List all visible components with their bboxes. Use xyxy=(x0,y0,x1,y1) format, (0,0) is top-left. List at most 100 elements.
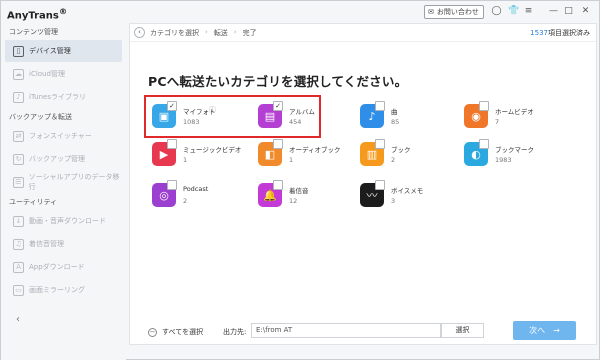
category-checkbox[interactable] xyxy=(273,139,283,149)
category-checkbox[interactable] xyxy=(375,101,385,111)
collapse-sidebar-icon[interactable]: ‹ xyxy=(16,314,20,325)
selection-highlight xyxy=(144,95,321,138)
category-checkbox[interactable] xyxy=(375,180,385,190)
close-icon[interactable]: ✕ xyxy=(580,6,591,17)
sidebar-item[interactable]: ↻ バックアップ管理 xyxy=(5,148,122,170)
category-checkbox[interactable] xyxy=(273,180,283,190)
main-panel: ‹ カテゴリを選択 › 転送 › 完了 1537項目選択済み PCへ転送たいカテ… xyxy=(129,23,597,345)
category-checkbox[interactable] xyxy=(375,139,385,149)
menu-icon[interactable]: ≡ xyxy=(523,6,534,17)
title-bar: AnyTrans® ✉ お問い合わせ ◯ 👕 ≡ — □ ✕ xyxy=(1,1,599,23)
breadcrumb-separator: › xyxy=(205,28,208,36)
app-icon: A xyxy=(13,261,24,273)
selected-count: 1537項目選択済み xyxy=(530,28,590,38)
category-item[interactable]: ◎ Podcast 2 xyxy=(152,180,252,213)
sidebar-item-label: バックアップ管理 xyxy=(29,155,85,163)
select-all-toggle[interactable]: − すべてを選択 xyxy=(148,327,203,337)
category-checkbox[interactable] xyxy=(479,139,489,149)
sidebar-item-label: 画面ミラーリング xyxy=(29,286,85,294)
category-checkbox[interactable] xyxy=(479,101,489,111)
bell-icon: ♫ xyxy=(13,238,24,250)
category-item[interactable]: ◉ ホームビデオ 7 xyxy=(464,101,564,134)
page-title: PCへ転送たいカテゴリを選択してください。 xyxy=(148,74,408,89)
download-icon: ↓ xyxy=(13,215,24,227)
sidebar-item[interactable]: ▭ 画面ミラーリング xyxy=(5,279,122,301)
select-all-label: すべてを選択 xyxy=(162,328,204,336)
category-checkbox[interactable] xyxy=(167,180,177,190)
category-name: ブック xyxy=(391,146,411,154)
next-label: 次へ xyxy=(529,326,546,335)
sidebar-item-label: iTunesライブラリ xyxy=(29,93,86,101)
sidebar-section-title: バックアップ＆転送 xyxy=(9,113,72,121)
category-count: 1 xyxy=(183,156,188,164)
sidebar-item-label: 動画・音声ダウンロード xyxy=(29,217,106,225)
footer-bar: − すべてを選択 出力先: E:\from AT 選択 次へ → xyxy=(130,319,596,344)
category-name: ミュージックビデオ xyxy=(183,146,242,154)
category-item[interactable]: 🔔 着信音 12 xyxy=(258,180,358,213)
browse-button[interactable]: 選択 xyxy=(441,323,484,338)
category-checkbox[interactable] xyxy=(167,139,177,149)
chat-icon: ☰ xyxy=(13,176,24,188)
app-title: AnyTrans® xyxy=(7,6,67,21)
category-count: 2 xyxy=(183,197,188,205)
category-item[interactable]: ◐ ブックマーク 1983 xyxy=(464,139,564,172)
next-button[interactable]: 次へ → xyxy=(513,321,576,340)
sidebar-item-label: iCloud管理 xyxy=(29,70,65,78)
category-name: Podcast xyxy=(183,185,209,193)
category-name: ホームビデオ xyxy=(495,108,534,116)
breadcrumb: カテゴリを選択 › 転送 › 完了 xyxy=(150,28,257,38)
category-count: 7 xyxy=(495,118,500,126)
category-item[interactable]: ♪ 曲 85 xyxy=(360,101,460,134)
category-count: 12 xyxy=(289,197,298,205)
sidebar-item[interactable]: ☁ iCloud管理 xyxy=(5,63,122,85)
category-count: 1 xyxy=(289,156,294,164)
sidebar-section-title: コンテンツ管理 xyxy=(9,28,58,36)
sidebar-item-label: デバイス管理 xyxy=(29,47,71,55)
mail-icon: ✉ xyxy=(428,8,434,16)
trademark: ® xyxy=(58,6,68,16)
backup-icon: ↻ xyxy=(13,153,24,165)
sidebar-item[interactable]: ♪ iTunesライブラリ xyxy=(5,86,122,108)
destination-label: 出力先: xyxy=(223,328,247,336)
selected-count-number: 1537 xyxy=(530,29,548,37)
support-label: お問い合わせ xyxy=(436,8,479,16)
support-button[interactable]: ✉ お問い合わせ xyxy=(424,5,484,19)
category-item[interactable]: ▥ ブック 2 xyxy=(360,139,460,172)
sidebar-item[interactable]: ⇄ フォンスイッチャー xyxy=(5,125,122,147)
sidebar-section-title: ユーティリティ xyxy=(9,198,58,206)
minimize-icon[interactable]: — xyxy=(548,6,559,17)
breadcrumb-step-complete: 完了 xyxy=(242,29,257,37)
category-name: 曲 xyxy=(391,108,398,116)
cloud-icon: ☁ xyxy=(13,68,24,80)
category-item[interactable]: ◧ オーディオブック 1 xyxy=(258,139,358,172)
category-name: オーディオブック xyxy=(289,146,341,154)
mirror-icon: ▭ xyxy=(13,284,24,296)
category-count: 1983 xyxy=(495,156,512,164)
category-name: ボイスメモ xyxy=(391,187,424,195)
category-name: ブックマーク xyxy=(495,146,534,154)
category-count: 85 xyxy=(391,118,400,126)
sidebar-item[interactable]: ↓ 動画・音声ダウンロード xyxy=(5,210,122,232)
minus-circle-icon: − xyxy=(148,327,157,337)
back-icon[interactable]: ‹ xyxy=(134,27,145,38)
category-count: 2 xyxy=(391,156,396,164)
sidebar-item[interactable]: ▯ デバイス管理 xyxy=(5,40,122,62)
maximize-icon[interactable]: □ xyxy=(563,6,574,17)
sidebar-item-label: Appダウンロード xyxy=(29,263,85,271)
category-item[interactable]: 〰ボイスメモ 3 xyxy=(360,180,460,213)
app-window: AnyTrans® ✉ お問い合わせ ◯ 👕 ≡ — □ ✕ コンテンツ管理 ▯ デ… xyxy=(0,0,600,360)
arrow-right-icon: → xyxy=(553,326,560,335)
sidebar-item[interactable]: A Appダウンロード xyxy=(5,256,122,278)
phone-icon: ▯ xyxy=(13,45,24,57)
app-name: AnyTrans xyxy=(7,10,59,22)
sidebar-item[interactable]: ☰ ソーシャルアプリのデータ移行 xyxy=(5,171,122,193)
breadcrumb-separator: › xyxy=(233,28,237,36)
breadcrumb-step-transfer: 転送 xyxy=(213,29,228,37)
destination-path-field[interactable]: E:\from AT xyxy=(251,323,441,338)
sidebar-item[interactable]: ♫ 着信音管理 xyxy=(5,233,122,255)
category-item[interactable]: ▶ ミュージックビデオ 1 xyxy=(152,139,252,172)
tshirt-icon[interactable]: 👕 xyxy=(508,6,519,17)
category-name: 着信音 xyxy=(289,187,309,195)
sidebar-item-label: フォンスイッチャー xyxy=(29,132,92,140)
account-icon[interactable]: ◯ xyxy=(491,6,502,17)
